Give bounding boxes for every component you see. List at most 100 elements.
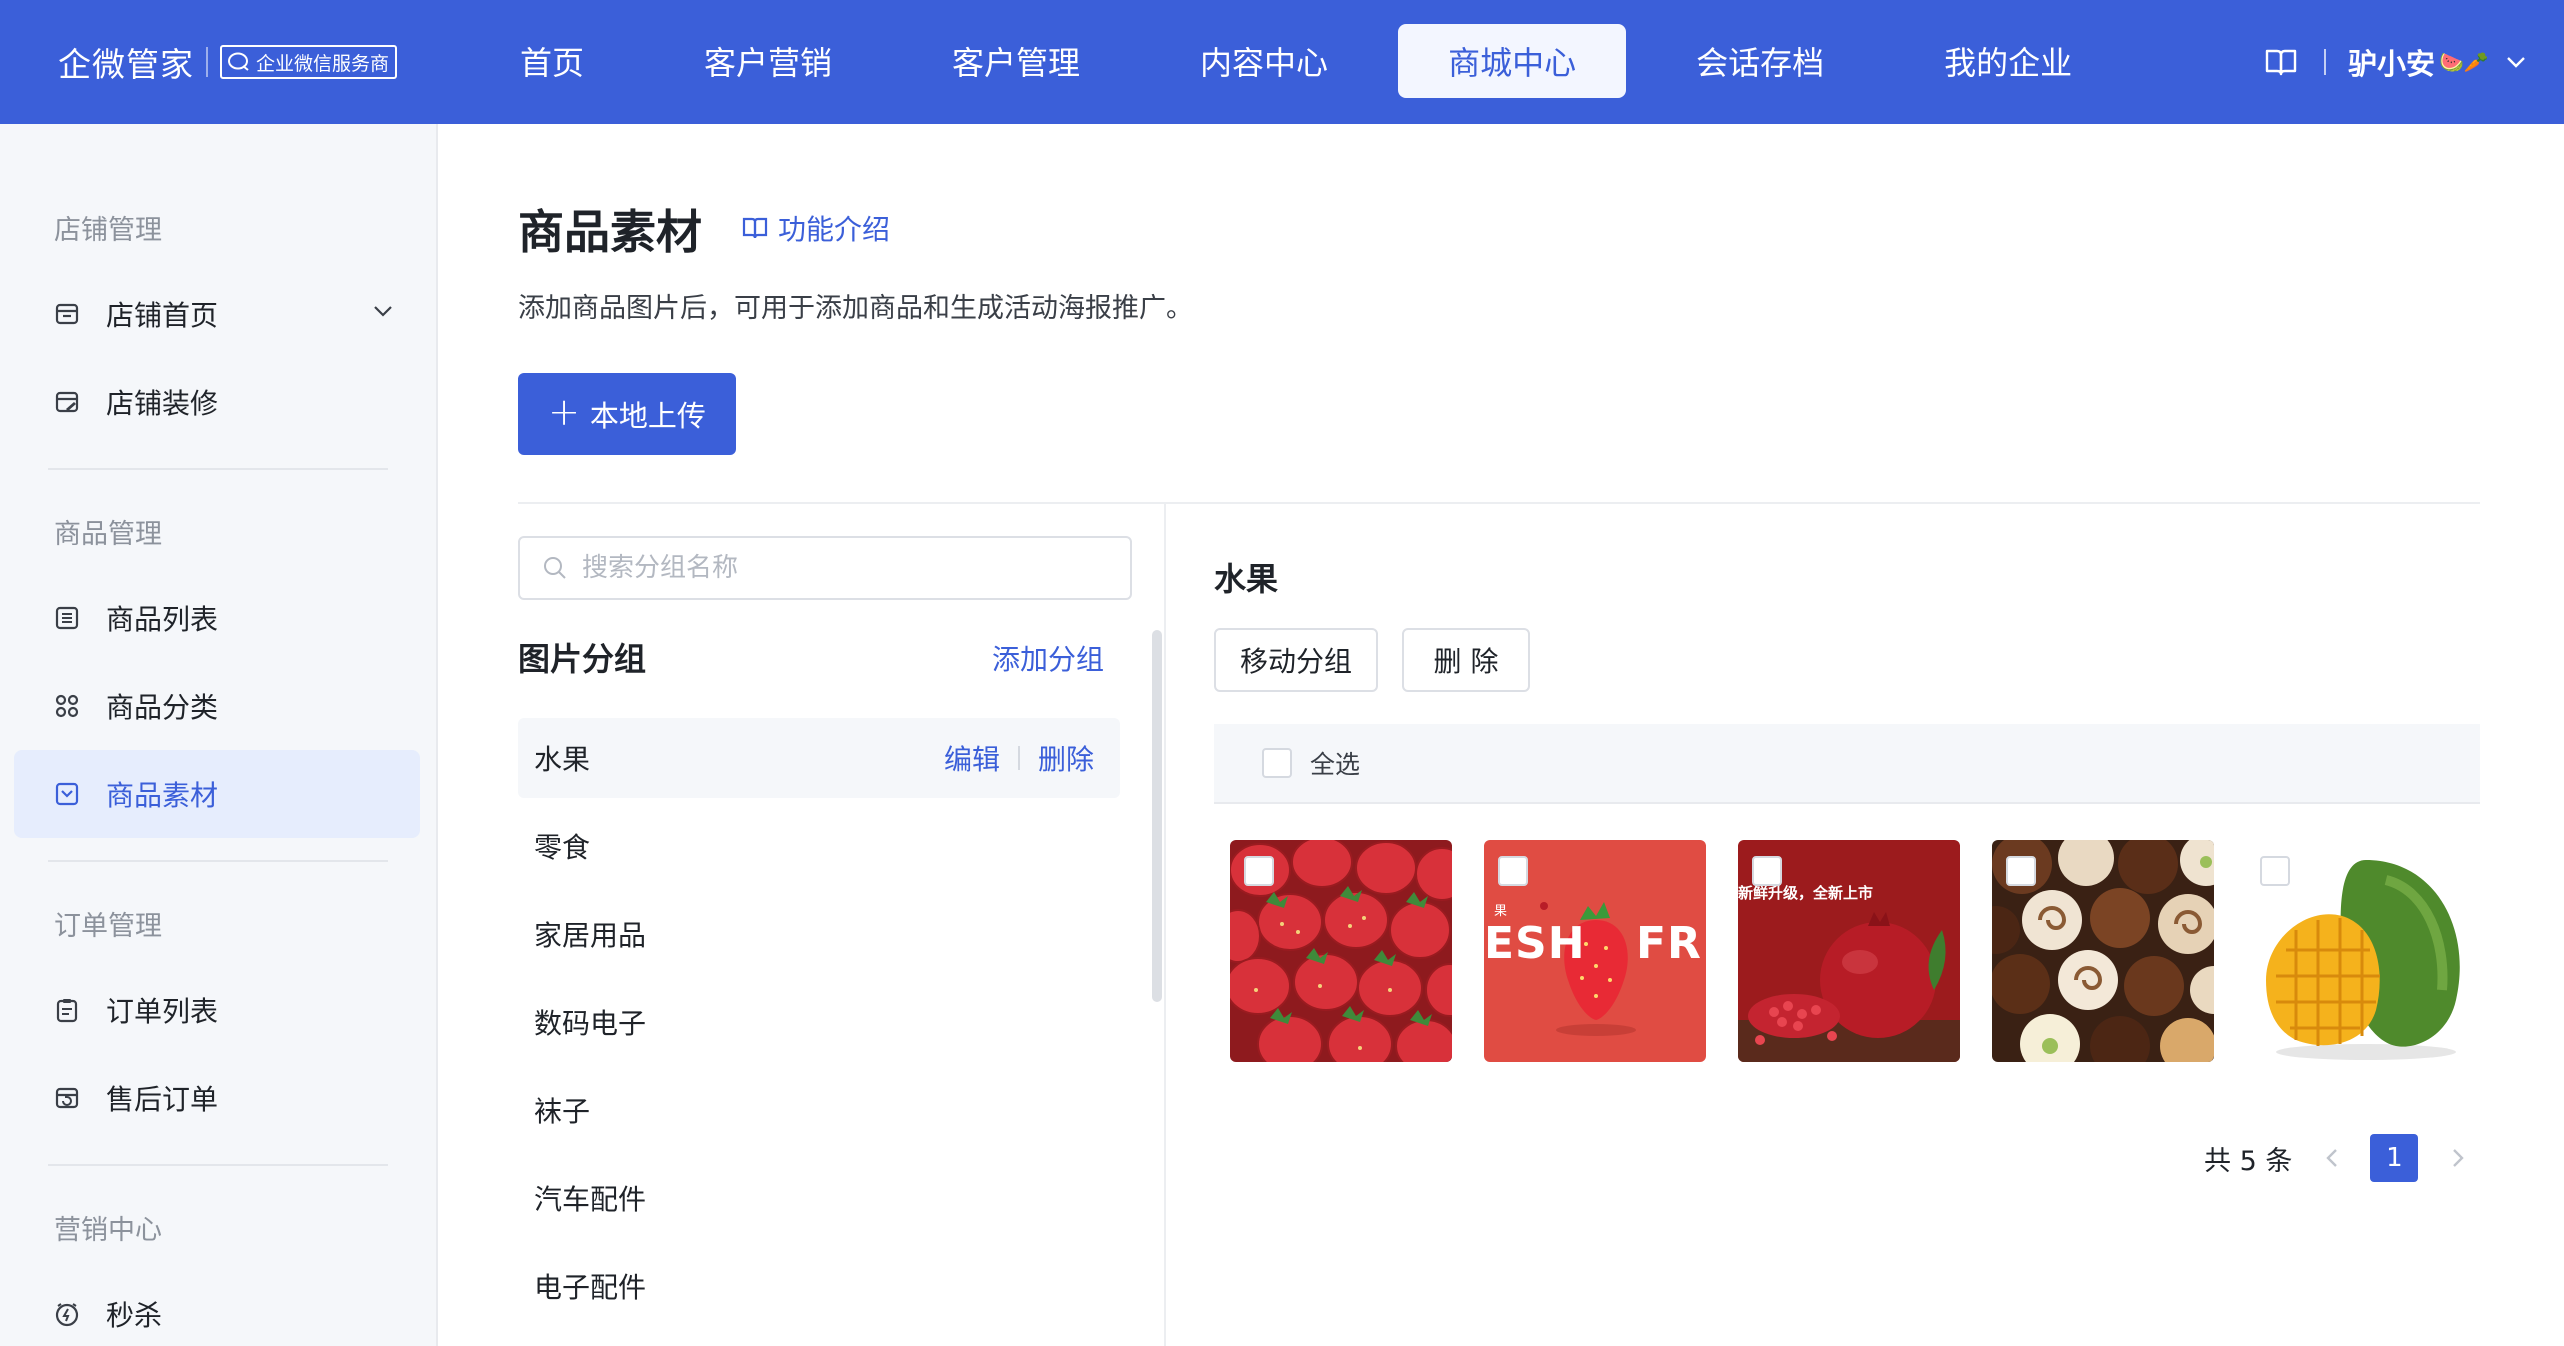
group-item-label: 数码电子	[534, 1007, 647, 1040]
top-bar: 企微管家 企业微信服务商 首页 客户营销 客户管理 内容中心 商城中心 会话存档…	[0, 0, 2564, 124]
upload-button-label: 本地上传	[589, 399, 706, 433]
sidebar-item-flash-sale[interactable]: 秒杀	[14, 1270, 420, 1346]
image-checkbox[interactable]	[1752, 856, 1782, 886]
book-icon[interactable]	[2264, 47, 2298, 77]
user-emoji: 🍉🥕	[2439, 50, 2489, 74]
image-checkbox[interactable]	[1498, 856, 1528, 886]
nav-mall-center[interactable]: 商城中心	[1398, 24, 1627, 98]
page-description: 添加商品图片后，可用于添加商品和生成活动海报推广。	[518, 293, 1193, 324]
nav-customer-marketing[interactable]: 客户营销	[654, 24, 882, 98]
brand-logo[interactable]: 企微管家 企业微信服务商	[58, 38, 398, 86]
group-item-snacks[interactable]: 零食	[518, 806, 1120, 886]
group-item-household[interactable]: 家居用品	[518, 894, 1120, 974]
page-title: 商品素材	[518, 205, 702, 259]
sidebar-item-goods-category[interactable]: 商品分类	[14, 662, 420, 750]
decoration-icon	[54, 389, 80, 415]
sidebar-item-label: 订单列表	[106, 995, 219, 1028]
sidebar-item-label: 店铺装修	[106, 387, 219, 420]
delete-group-button[interactable]: 删除	[1038, 738, 1094, 778]
delete-images-button[interactable]: 删 除	[1402, 628, 1530, 692]
group-search-box	[518, 536, 1132, 600]
thumbnail-mango[interactable]	[2246, 840, 2468, 1062]
chevron-down-icon[interactable]	[2505, 51, 2527, 73]
page-number-current[interactable]: 1	[2370, 1134, 2419, 1182]
nav-content-center[interactable]: 内容中心	[1150, 24, 1378, 98]
sidebar-item-order-list[interactable]: 订单列表	[14, 966, 420, 1054]
sidebar-item-store-home[interactable]: 店铺首页	[14, 270, 420, 358]
divider	[2324, 49, 2326, 75]
select-all-checkbox[interactable]	[1262, 748, 1292, 778]
group-item-car-parts[interactable]: 汽车配件	[518, 1158, 1120, 1238]
brand-name: 企微管家	[58, 45, 194, 84]
store-icon	[54, 301, 80, 327]
group-list-scrollbar[interactable]	[1152, 630, 1162, 1002]
sidebar-section-marketing: 营销中心	[54, 1215, 162, 1246]
sidebar-item-store-decoration[interactable]: 店铺装修	[14, 358, 420, 446]
main-nav: 首页 客户营销 客户管理 内容中心 商城中心 会话存档 我的企业	[470, 24, 2142, 98]
image-checkbox[interactable]	[2006, 856, 2036, 886]
nav-home[interactable]: 首页	[470, 24, 634, 98]
select-all-bar: 全选	[1214, 724, 2480, 804]
group-item-label: 家居用品	[534, 919, 647, 952]
badge-text: 企业微信服务商	[256, 52, 390, 75]
search-icon	[542, 555, 568, 581]
category-title: 水果	[1214, 560, 1279, 598]
group-item-electronic-parts[interactable]: 电子配件	[518, 1246, 1120, 1326]
sidebar-section-orders: 订单管理	[54, 911, 162, 942]
thumbnail-strawberries[interactable]	[1230, 840, 1452, 1062]
sidebar-section-store: 店铺管理	[54, 215, 162, 246]
nav-customer-management[interactable]: 客户管理	[902, 24, 1130, 98]
pagination: 共 5 条 1	[2204, 1134, 2482, 1182]
brand-separator	[206, 47, 208, 77]
book-icon	[742, 215, 768, 241]
thumbnail-pomegranate[interactable]: 新鲜升级，全新上市	[1738, 840, 1960, 1062]
select-all-label[interactable]: 全选	[1310, 745, 1360, 781]
group-item-label: 零食	[534, 831, 591, 864]
sidebar-item-label: 店铺首页	[106, 299, 219, 332]
group-actions: 编辑 删除	[944, 718, 1094, 798]
group-item-digital[interactable]: 数码电子	[518, 982, 1120, 1062]
sidebar-divider	[48, 1164, 388, 1166]
group-item-socks[interactable]: 袜子	[518, 1070, 1120, 1150]
move-group-button[interactable]: 移动分组	[1214, 628, 1378, 692]
clipboard-icon	[54, 997, 80, 1023]
wecom-icon	[226, 51, 252, 73]
sidebar-divider	[48, 468, 388, 470]
sidebar-item-goods-material[interactable]: 商品素材	[14, 750, 420, 838]
add-group-button[interactable]: 添加分组	[992, 638, 1104, 678]
list-icon	[54, 605, 80, 631]
chevron-down-icon[interactable]	[370, 298, 396, 324]
sidebar-item-label: 商品分类	[106, 691, 219, 724]
after-sale-icon	[54, 1085, 80, 1111]
local-upload-button[interactable]: + 本地上传	[518, 373, 736, 455]
image-checkbox[interactable]	[1244, 856, 1274, 886]
content-divider	[518, 502, 2480, 504]
action-separator	[1018, 746, 1021, 770]
thumbnail-fresh-fruit[interactable]: 果 ESH FRU	[1484, 840, 1706, 1062]
material-icon	[54, 781, 80, 807]
sidebar: 店铺管理 店铺首页 店铺装修 商品管理 商品列表 商品分类 商品素材 订单管理 …	[0, 124, 438, 1346]
sidebar-item-goods-list[interactable]: 商品列表	[14, 574, 420, 662]
nav-my-enterprise[interactable]: 我的企业	[1894, 24, 2122, 98]
user-name[interactable]: 驴小安	[2348, 41, 2435, 83]
next-page-icon[interactable]	[2434, 1134, 2482, 1182]
sidebar-item-label: 商品素材	[106, 779, 219, 812]
feature-intro-link[interactable]: 功能介绍	[742, 208, 890, 248]
sidebar-item-after-sale[interactable]: 售后订单	[14, 1054, 420, 1142]
thumbnail-chocolates[interactable]	[1992, 840, 2214, 1062]
group-item-fruit[interactable]: 水果 编辑 删除	[518, 718, 1120, 798]
flash-sale-icon	[54, 1301, 80, 1327]
group-item-label: 袜子	[534, 1095, 591, 1128]
intro-link-label: 功能介绍	[778, 213, 891, 246]
edit-group-button[interactable]: 编辑	[944, 738, 1000, 778]
image-checkbox[interactable]	[2260, 856, 2290, 886]
prev-page-icon[interactable]	[2308, 1134, 2356, 1182]
user-area: 驴小安 🍉🥕	[2264, 38, 2527, 86]
service-provider-badge: 企业微信服务商	[220, 45, 398, 79]
sidebar-item-label: 商品列表	[106, 603, 219, 636]
category-icon	[54, 693, 80, 719]
group-item-label: 汽车配件	[534, 1183, 647, 1216]
nav-chat-archive[interactable]: 会话存档	[1646, 24, 1874, 98]
poster-text-right: FRU	[1636, 918, 1706, 969]
group-search-input[interactable]	[582, 553, 1102, 583]
